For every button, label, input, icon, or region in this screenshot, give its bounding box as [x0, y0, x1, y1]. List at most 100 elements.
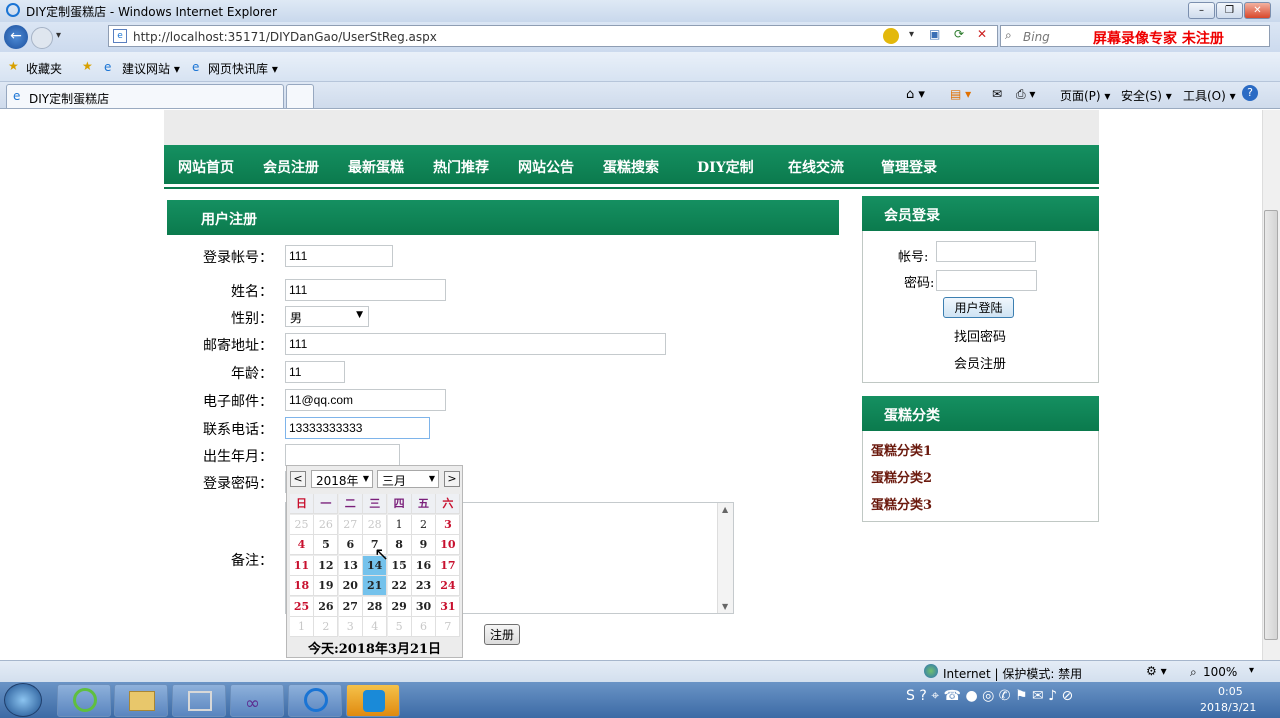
nav-item-search[interactable]: 蛋糕搜索: [603, 157, 659, 177]
tray-icons[interactable]: S ? ⌖ ☎ ● ◎ ✆ ⚑ ✉ ♪ ⊘: [906, 688, 1073, 704]
calendar-day[interactable]: 18: [290, 576, 314, 596]
calendar-day[interactable]: 31: [436, 596, 461, 617]
add-favorite-icon[interactable]: ★: [82, 59, 93, 73]
home-icon[interactable]: ⌂ ▾: [906, 87, 925, 102]
calendar-day[interactable]: 23: [412, 576, 436, 596]
calendar-day[interactable]: 30: [412, 596, 436, 617]
calendar-day[interactable]: 28: [363, 596, 388, 617]
back-button[interactable]: ←: [4, 25, 28, 49]
nav-item-hot[interactable]: 热门推荐: [433, 157, 489, 177]
calendar-day[interactable]: 26: [314, 596, 339, 617]
today-label[interactable]: 今天:2018年3月21日: [287, 638, 462, 657]
calendar-day[interactable]: 13: [338, 555, 363, 576]
new-tab-button[interactable]: [286, 84, 314, 108]
year-select[interactable]: 2018年 ▼: [311, 470, 373, 488]
nav-item-register[interactable]: 会员注册: [263, 157, 319, 177]
calendar-day[interactable]: 22: [387, 576, 412, 596]
tools-menu[interactable]: 工具(O) ▾: [1183, 87, 1236, 104]
minimize-button[interactable]: –: [1188, 2, 1215, 19]
taskbar-vs-icon[interactable]: ∞: [230, 684, 284, 717]
calendar-day[interactable]: 3: [436, 514, 461, 535]
email-input[interactable]: [285, 389, 446, 411]
taskbar-tools-icon[interactable]: [172, 684, 226, 717]
feeds-icon[interactable]: ▤ ▾: [950, 87, 971, 101]
calendar-day[interactable]: 27: [338, 514, 363, 535]
mail-icon[interactable]: ✉: [992, 87, 1002, 101]
remark-scrollbar[interactable]: ▲ ▼: [717, 503, 733, 613]
tab-active[interactable]: e DIY定制蛋糕店: [6, 84, 284, 108]
category-link[interactable]: 蛋糕分类2: [871, 467, 932, 486]
login-password-input[interactable]: [936, 270, 1037, 291]
calendar-day[interactable]: 9: [412, 535, 436, 555]
print-icon[interactable]: ⎙ ▾: [1016, 87, 1035, 102]
calendar-day[interactable]: 1: [387, 514, 412, 535]
taskbar-recorder-icon[interactable]: [346, 684, 400, 717]
security-icon[interactable]: ⚙ ▾: [1146, 664, 1167, 678]
scroll-down-icon[interactable]: ▼: [722, 602, 728, 611]
compat-icon[interactable]: [883, 28, 899, 44]
page-menu[interactable]: 页面(P) ▾: [1060, 87, 1110, 104]
stop-icon[interactable]: ✕: [977, 27, 987, 41]
taskbar-explorer-icon[interactable]: [114, 684, 168, 717]
login-account-input[interactable]: [936, 241, 1036, 262]
calendar-day[interactable]: 5: [387, 617, 412, 637]
submit-button[interactable]: 注册: [484, 624, 520, 645]
calendar-day[interactable]: 10: [436, 535, 461, 555]
calendar-day[interactable]: 29: [387, 596, 412, 617]
calendar-day[interactable]: 3: [338, 617, 363, 637]
scroll-thumb[interactable]: [1264, 210, 1278, 640]
prev-month-button[interactable]: <: [290, 471, 306, 487]
address-input[interactable]: [285, 333, 666, 355]
zoom-dropdown-icon[interactable]: ▾: [1249, 665, 1254, 676]
refresh-icon[interactable]: ⟳: [954, 27, 964, 41]
calendar-day[interactable]: 16: [412, 555, 436, 576]
maximize-button[interactable]: ❐: [1216, 2, 1243, 19]
nav-item-diy[interactable]: DIY定制: [697, 157, 754, 177]
favorites-item[interactable]: 网页快讯库 ▾: [208, 60, 278, 77]
address-dropdown-icon[interactable]: ▾: [909, 29, 914, 40]
forgot-password-link[interactable]: 找回密码: [954, 326, 1006, 345]
calendar-day[interactable]: 20: [338, 576, 363, 596]
calendar-day[interactable]: 11: [290, 555, 314, 576]
favorites-item[interactable]: 建议网站 ▾: [122, 60, 180, 77]
category-link[interactable]: 蛋糕分类3: [871, 494, 932, 513]
next-month-button[interactable]: >: [444, 471, 460, 487]
nav-item-home[interactable]: 网站首页: [178, 157, 234, 177]
calendar-day[interactable]: 2: [314, 617, 339, 637]
history-dropdown-icon[interactable]: ▾: [56, 30, 61, 41]
scroll-up-icon[interactable]: ▲: [722, 505, 728, 514]
nav-item-notice[interactable]: 网站公告: [518, 157, 574, 177]
category-link[interactable]: 蛋糕分类1: [871, 440, 932, 459]
help-icon[interactable]: ?: [1242, 85, 1258, 101]
search-box[interactable]: ⌕ Bing 屏幕录像专家 未注册: [1000, 25, 1270, 47]
nav-item-admin[interactable]: 管理登录: [881, 157, 937, 177]
account-input[interactable]: [285, 245, 393, 267]
month-select[interactable]: 三月 ▼: [377, 470, 439, 488]
calendar-day[interactable]: 12: [314, 555, 339, 576]
nav-item-chat[interactable]: 在线交流: [788, 157, 844, 177]
calendar-day[interactable]: 26: [314, 514, 339, 535]
phone-input[interactable]: [285, 417, 430, 439]
calendar-day[interactable]: 6: [412, 617, 436, 637]
member-register-link[interactable]: 会员注册: [954, 353, 1006, 372]
close-button[interactable]: ✕: [1244, 2, 1271, 19]
clock-date[interactable]: 2018/3/21: [1200, 701, 1256, 714]
nav-item-new-cakes[interactable]: 最新蛋糕: [348, 157, 404, 177]
clock-time[interactable]: 0:05: [1218, 685, 1243, 698]
age-input[interactable]: [285, 361, 345, 383]
calendar-day[interactable]: 4: [363, 617, 388, 637]
calendar-day[interactable]: 6: [338, 535, 363, 555]
calendar-day[interactable]: 8: [387, 535, 412, 555]
calendar-day[interactable]: 17: [436, 555, 461, 576]
calendar-day[interactable]: 28: [363, 514, 388, 535]
address-bar[interactable]: e http://localhost:35171/DIYDanGao/UserS…: [108, 25, 998, 47]
calendar-day[interactable]: 25: [290, 514, 314, 535]
start-button[interactable]: [4, 683, 42, 717]
calendar-day[interactable]: 25: [290, 596, 314, 617]
calendar-day[interactable]: 5: [314, 535, 339, 555]
gender-select[interactable]: 男 ▼: [285, 306, 369, 327]
safety-menu[interactable]: 安全(S) ▾: [1121, 87, 1172, 104]
taskbar-ie-icon[interactable]: [57, 684, 111, 717]
calendar-day[interactable]: 15: [387, 555, 412, 576]
favorites-label[interactable]: 收藏夹: [26, 60, 62, 77]
